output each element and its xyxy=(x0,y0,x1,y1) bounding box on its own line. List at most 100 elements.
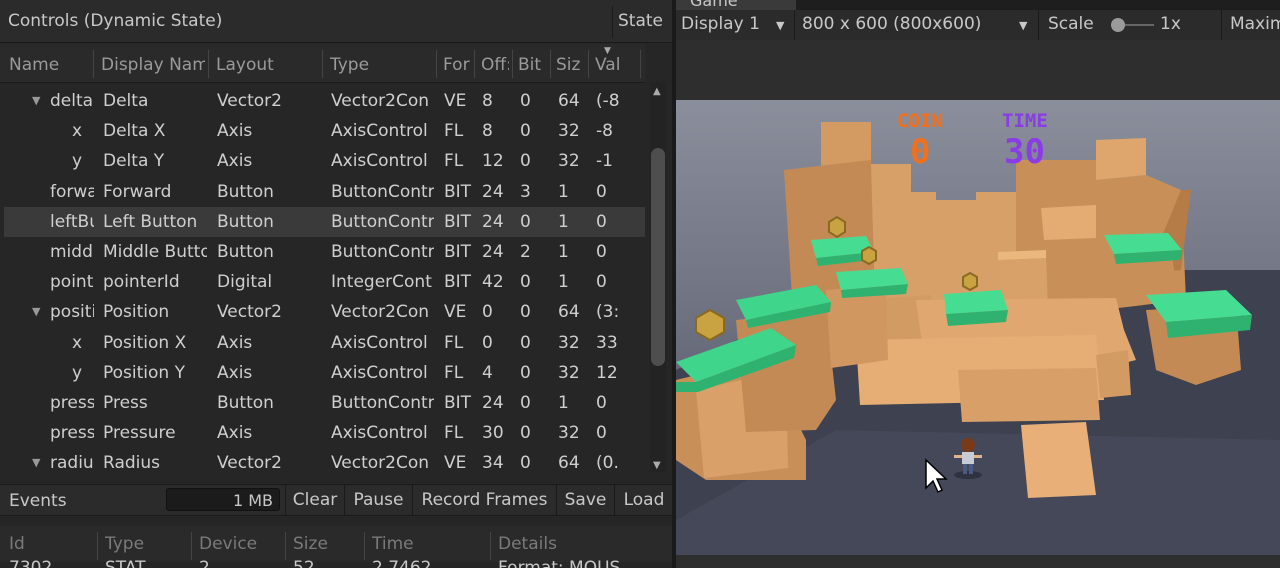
control-value-cell: 0 xyxy=(596,393,607,413)
column-divider[interactable] xyxy=(512,50,513,78)
resolution-dropdown[interactable]: 800 x 600 (800x600) xyxy=(802,14,981,34)
control-bit-cell: 0 xyxy=(520,151,531,172)
control-row[interactable]: point pointerId Digital IntegerCont BIT 42 0 1 0 xyxy=(4,267,645,297)
event-column-id[interactable]: Id xyxy=(9,534,25,554)
column-divider[interactable] xyxy=(93,50,94,78)
control-layout-cell: Vector2 xyxy=(217,302,282,323)
event-column-details[interactable]: Details xyxy=(498,534,557,554)
control-display-cell: Delta X xyxy=(103,121,166,142)
chevron-down-icon[interactable]: ▼ xyxy=(776,19,784,32)
column-divider[interactable] xyxy=(640,50,641,78)
controls-title: Controls (Dynamic State) xyxy=(8,11,223,31)
control-row[interactable]: forwa Forward Button ButtonContr BIT 24 3 1 0 xyxy=(4,177,645,207)
event-column-device[interactable]: Device xyxy=(199,534,257,554)
control-display-cell: Pressure xyxy=(103,423,176,444)
control-display-cell: Delta xyxy=(103,91,149,111)
column-divider[interactable] xyxy=(191,532,192,560)
control-layout-cell: Axis xyxy=(217,332,253,353)
control-name-cell: press xyxy=(50,423,94,444)
column-divider[interactable] xyxy=(588,50,589,78)
expand-arrow-icon[interactable]: ▼ xyxy=(32,456,40,469)
control-name-cell: leftBu xyxy=(50,211,94,232)
event-time: 2.7462 xyxy=(372,560,431,568)
header-divider xyxy=(612,6,613,38)
record-frames-button[interactable]: Record Frames xyxy=(412,485,556,515)
control-value-cell: 33 xyxy=(596,332,618,353)
game-viewport[interactable]: COIN 0 TIME 30 xyxy=(676,100,1280,555)
control-value-cell: (0. xyxy=(596,453,619,474)
sort-caret-icon: ▼ xyxy=(604,46,611,56)
clear-button[interactable]: Clear xyxy=(285,485,344,515)
chevron-down-icon[interactable]: ▼ xyxy=(1019,19,1027,32)
control-row[interactable]: ▼ positi Position Vector2 Vector2Con VE 0 0 64 (3… xyxy=(4,297,645,327)
column-name[interactable]: Name xyxy=(9,55,91,75)
save-button[interactable]: Save xyxy=(556,485,614,515)
control-row[interactable]: y Position Y Axis AxisControl FL 4 0 32 12 xyxy=(4,358,645,388)
column-divider[interactable] xyxy=(436,50,437,78)
scroll-up-arrow-icon[interactable]: ▲ xyxy=(653,86,661,97)
maximize-on-play-toggle[interactable]: Maxim xyxy=(1230,14,1280,34)
pause-button[interactable]: Pause xyxy=(344,485,412,515)
control-row[interactable]: ▼ delta Delta Vector2 Vector2Con VE 8 0 64 (-8 xyxy=(4,86,645,116)
load-button[interactable]: Load xyxy=(614,485,672,515)
control-format-cell: FL xyxy=(444,332,464,353)
scroll-thumb[interactable] xyxy=(651,148,665,366)
control-bit-cell: 0 xyxy=(520,453,531,474)
column-divider[interactable] xyxy=(490,532,491,560)
scroll-down-arrow-icon[interactable]: ▼ xyxy=(653,460,661,471)
control-size-cell: 64 xyxy=(558,302,580,323)
column-divider[interactable] xyxy=(285,532,286,560)
scale-slider-knob[interactable] xyxy=(1111,18,1125,32)
column-layout[interactable]: Layout xyxy=(216,55,316,75)
column-divider[interactable] xyxy=(322,50,323,78)
control-row[interactable]: x Delta X Axis AxisControl FL 8 0 32 -8 xyxy=(4,116,645,146)
column-divider[interactable] xyxy=(550,50,551,78)
column-divider[interactable] xyxy=(474,50,475,78)
control-type-cell: Vector2Con xyxy=(331,91,430,111)
control-bit-cell: 0 xyxy=(520,423,531,444)
control-row[interactable]: press Press Button ButtonContr BIT 24 0 1 0 xyxy=(4,388,645,418)
control-format-cell: FL xyxy=(444,121,464,142)
control-layout-cell: Vector2 xyxy=(217,91,282,111)
control-bit-cell: 0 xyxy=(520,332,531,353)
column-offset[interactable]: Off: xyxy=(481,55,509,75)
control-value-cell: -1 xyxy=(596,151,613,172)
column-size[interactable]: Siz xyxy=(556,55,586,75)
column-format[interactable]: For xyxy=(443,55,471,75)
hud-time-label: TIME xyxy=(1002,110,1048,132)
control-row[interactable]: leftBu Left Button Button ButtonContr BIT 24 0… xyxy=(4,206,645,237)
control-size-cell: 32 xyxy=(558,121,580,142)
event-column-time[interactable]: Time xyxy=(372,534,414,554)
column-value[interactable]: Val xyxy=(595,55,623,75)
control-row[interactable]: press Pressure Axis AxisControl FL 30 0 32 0 xyxy=(4,418,645,448)
control-layout-cell: Axis xyxy=(217,151,253,172)
column-type[interactable]: Type xyxy=(330,55,430,75)
event-type: STAT xyxy=(105,560,146,568)
hud-coin-label: COIN xyxy=(897,110,943,132)
control-row[interactable]: ▼ radiu Radius Vector2 Vector2Con VE 34 0 64 (0. xyxy=(4,448,645,478)
event-column-type[interactable]: Type xyxy=(105,534,144,554)
control-bit-cell: 0 xyxy=(520,91,531,111)
game-tab-label: Game xyxy=(690,0,738,10)
control-value-cell: 0 xyxy=(596,423,607,444)
control-layout-cell: Button xyxy=(217,242,274,262)
display-dropdown[interactable]: Display 1 xyxy=(681,14,760,34)
column-divider[interactable] xyxy=(364,532,365,560)
control-value-cell: 0 xyxy=(596,242,607,262)
control-row[interactable]: middl Middle Butto Button ButtonContr BIT 24 2… xyxy=(4,237,645,267)
column-divider[interactable] xyxy=(208,50,209,78)
column-divider[interactable] xyxy=(97,532,98,560)
event-column-size[interactable]: Size xyxy=(293,534,328,554)
control-offset-cell: 42 xyxy=(482,272,504,293)
control-name-cell: point xyxy=(50,272,94,293)
column-bit[interactable]: Bit xyxy=(518,55,548,75)
column-display-name[interactable]: Display Nam xyxy=(101,55,205,75)
game-tab[interactable]: Game xyxy=(676,0,796,10)
expand-arrow-icon[interactable]: ▼ xyxy=(32,94,40,107)
event-buffer-size-field[interactable]: 1 MB xyxy=(166,488,280,511)
control-row[interactable]: x Position X Axis AxisControl FL 0 0 32 33 xyxy=(4,328,645,358)
control-row[interactable]: y Delta Y Axis AxisControl FL 12 0 32 -1 xyxy=(4,146,645,176)
control-bit-cell: 0 xyxy=(520,393,531,413)
expand-arrow-icon[interactable]: ▼ xyxy=(32,305,40,318)
event-row[interactable]: 7302 STAT 2 52 2.7462 Format: MOUS xyxy=(0,560,672,568)
